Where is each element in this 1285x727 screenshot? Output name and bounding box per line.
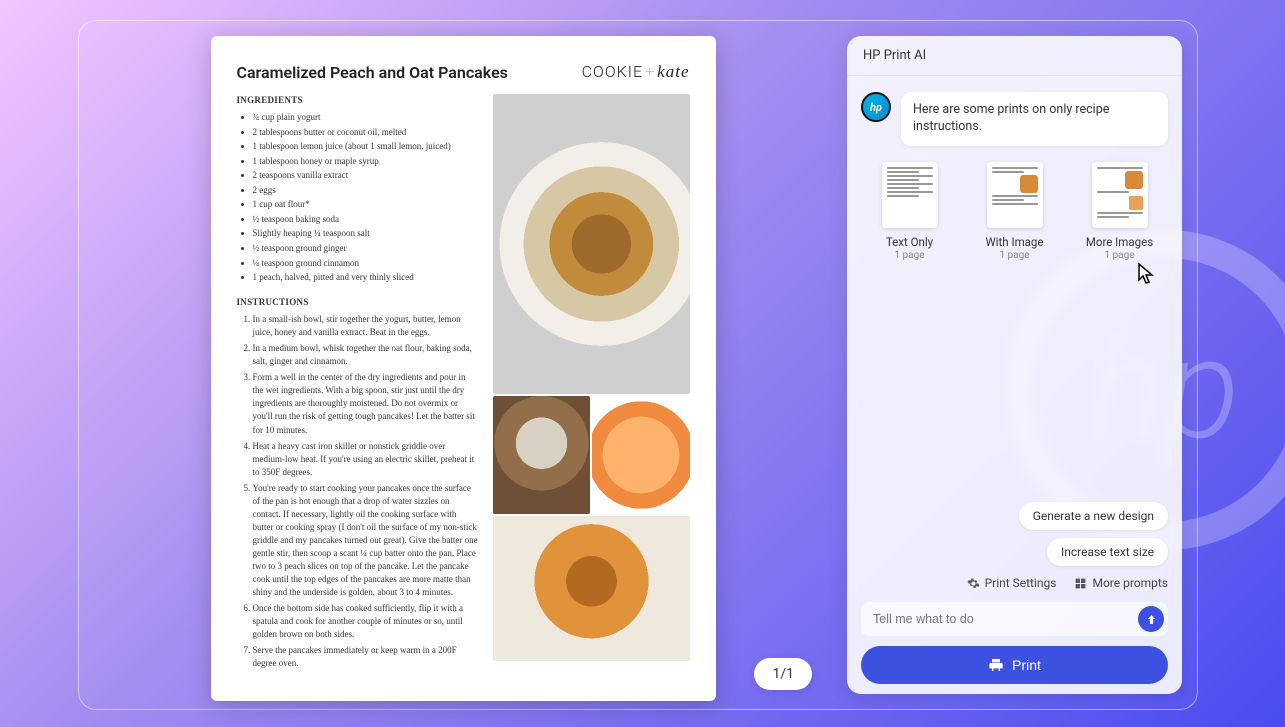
option-label: With Image [986,235,1044,249]
ingredients-list: ¾ cup plain yogurt 2 tablespoons butter o… [253,111,479,284]
document-preview-pane: Caramelized Peach and Oat Pancakes COOKI… [94,36,832,694]
instruction-item: Once the bottom side has cooked sufficie… [253,602,479,641]
ingredient-item: 2 teaspoons vanilla extract [253,169,479,182]
ingredient-item: 1 peach, halved, pitted and very thinly … [253,271,479,284]
option-label: Text Only [886,235,933,249]
instruction-item: You're ready to start cooking your panca… [253,482,479,599]
ingredient-item: ½ teaspoon ground ginger [253,242,479,255]
suggestion-chips: Generate a new design Increase text size [861,502,1168,566]
printer-icon [988,657,1004,673]
recipe-image-3 [592,396,690,514]
recipe-image-2 [493,396,591,514]
ingredients-heading: INGREDIENTS [237,94,479,107]
ingredient-item: ½ teaspoon baking soda [253,213,479,226]
option-pages: 1 page [894,250,924,261]
send-button[interactable] [1138,606,1164,632]
ingredient-item: 1 tablespoon lemon juice (about 1 small … [253,140,479,153]
layout-thumb [1092,162,1148,228]
app-window: Caramelized Peach and Oat Pancakes COOKI… [78,20,1198,710]
layout-thumb [987,162,1043,228]
prompt-input-row [861,602,1168,636]
print-settings-button[interactable]: Print Settings [967,576,1057,590]
ingredient-item: 1 cup oat flour* [253,198,479,211]
page-indicator: 1/1 [754,658,812,690]
instruction-item: Serve the pancakes immediately or keep w… [253,644,479,670]
ingredient-item: ¼ teaspoon ground cinnamon [253,257,479,270]
gear-icon [967,577,980,590]
recipe-image-1 [493,94,690,394]
prompt-input[interactable] [873,604,1138,634]
ingredient-item: 2 eggs [253,184,479,197]
hp-avatar-icon: hp [861,92,891,122]
ai-panel: HP Print AI hp Here are some prints on o… [847,36,1182,694]
instructions-list: In a small-ish bowl, stir together the y… [253,313,479,670]
panel-title: HP Print AI [847,36,1182,76]
option-label: More Images [1086,235,1153,249]
option-pages: 1 page [999,250,1029,261]
document-page: Caramelized Peach and Oat Pancakes COOKI… [211,36,716,701]
layout-option[interactable]: More Images1 page [1071,162,1168,261]
ingredient-item: Slightly heaping ¼ teaspoon salt [253,227,479,240]
instruction-item: Form a well in the center of the dry ing… [253,371,479,436]
ingredient-item: ¾ cup plain yogurt [253,111,479,124]
layout-options: Text Only1 pageWith Image1 pageMore Imag… [861,162,1168,261]
recipe-title: Caramelized Peach and Oat Pancakes [237,63,508,82]
more-prompts-button[interactable]: More prompts [1074,576,1168,590]
instructions-heading: INSTRUCTIONS [237,296,479,309]
layout-option[interactable]: With Image1 page [966,162,1063,261]
recipe-images [493,94,690,673]
layout-option[interactable]: Text Only1 page [861,162,958,261]
grid-icon [1074,577,1087,590]
option-pages: 1 page [1104,250,1134,261]
instruction-item: Heat a heavy cast iron skillet or nonsti… [253,440,479,479]
suggestion-chip[interactable]: Generate a new design [1019,502,1168,530]
instruction-item: In a small-ish bowl, stir together the y… [253,313,479,339]
assistant-message: Here are some prints on only recipe inst… [901,92,1168,146]
print-button[interactable]: Print [861,646,1168,684]
arrow-up-icon [1145,613,1158,626]
source-logo: COOKIE+kate [582,62,690,82]
recipe-image-4 [493,516,690,661]
mouse-cursor-icon [1137,262,1157,286]
ingredient-item: 2 tablespoons butter or coconut oil, mel… [253,126,479,139]
instruction-item: In a medium bowl, whisk together the oat… [253,342,479,368]
suggestion-chip[interactable]: Increase text size [1047,538,1168,566]
layout-thumb [882,162,938,228]
ingredient-item: 1 tablespoon honey or maple syrup [253,155,479,168]
